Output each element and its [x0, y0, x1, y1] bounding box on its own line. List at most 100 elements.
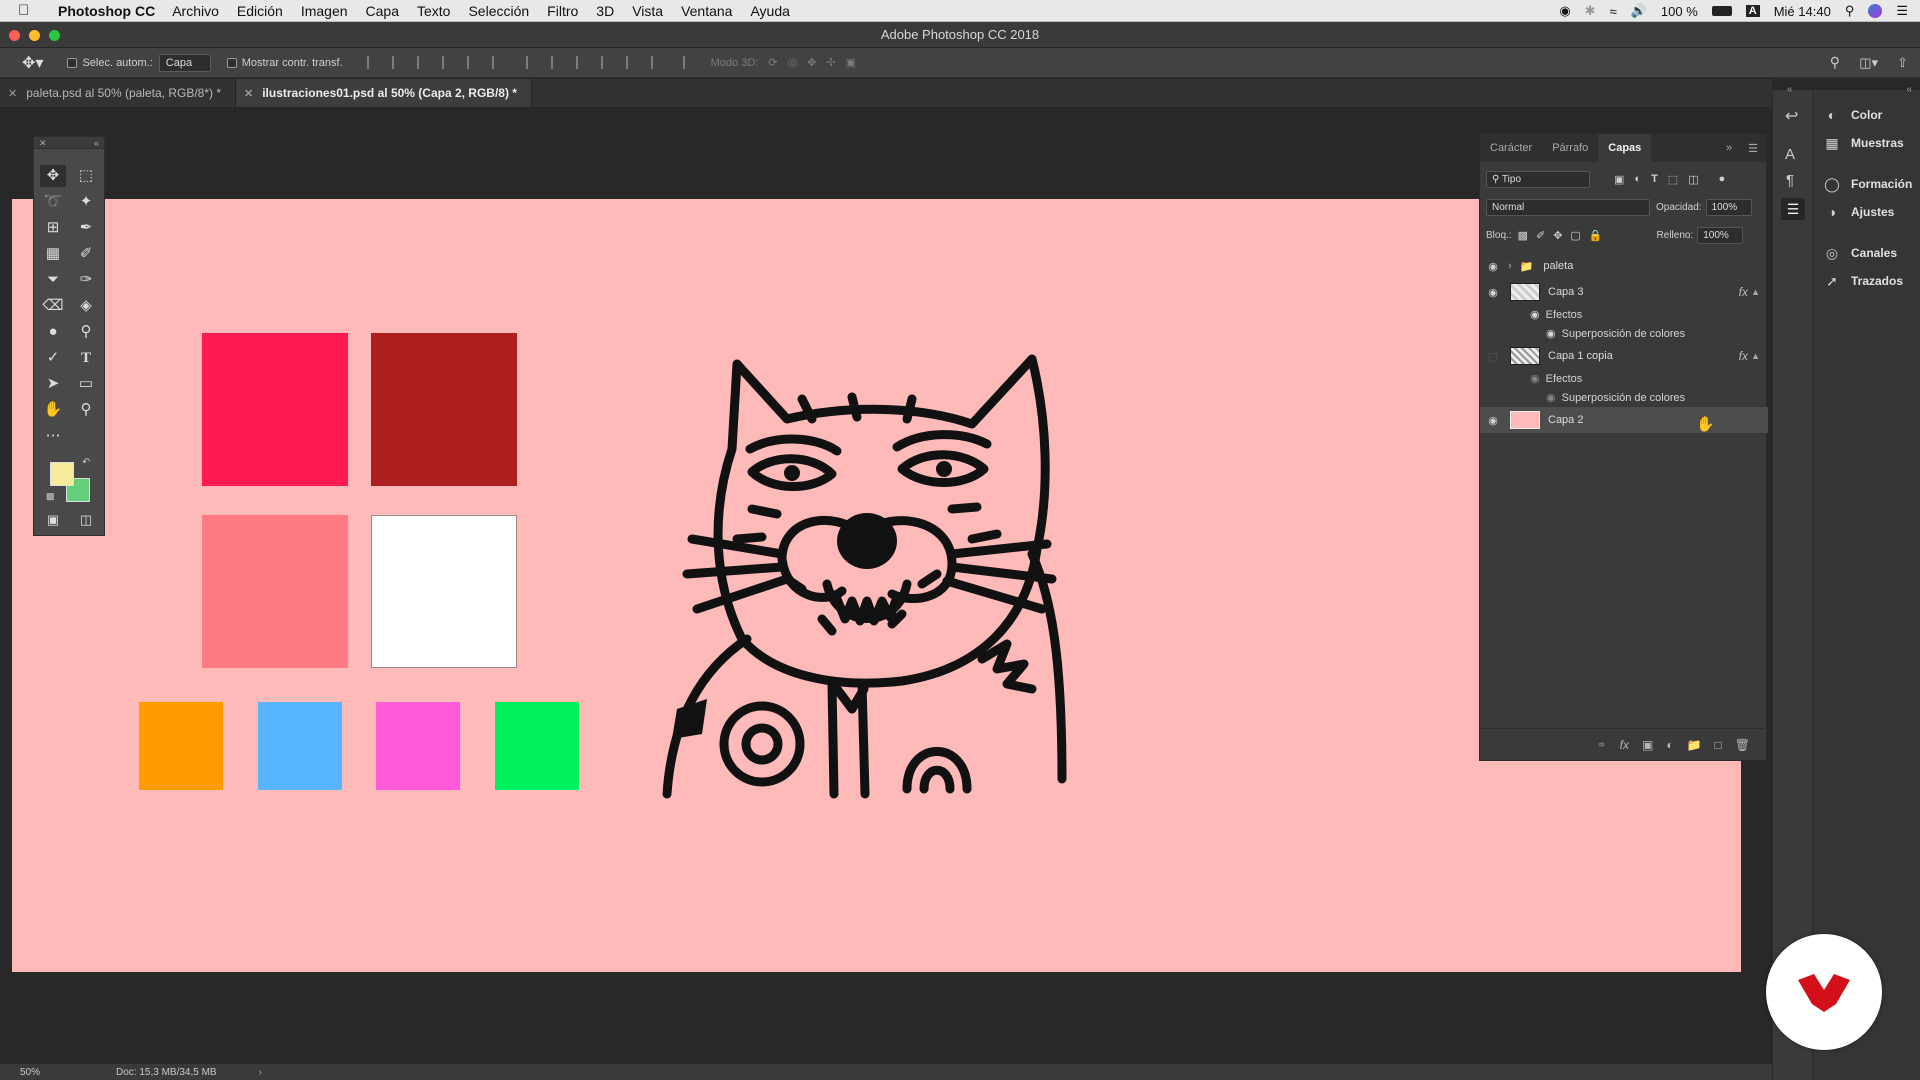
paint-bucket-tool-icon[interactable]: ◈: [73, 295, 99, 317]
dock-ajustes[interactable]: ◑ Ajustes: [1823, 201, 1895, 223]
blur-tool-icon[interactable]: ●: [40, 321, 66, 343]
distribute-right-icon[interactable]: [650, 56, 662, 69]
menu-3d[interactable]: 3D: [596, 3, 614, 19]
menu-ventana[interactable]: Ventana: [681, 3, 732, 19]
layer-row-capa-2[interactable]: ◉ Capa 2 ✋: [1480, 407, 1768, 433]
close-tab-icon[interactable]: ✕: [244, 87, 253, 100]
align-hcenter-icon[interactable]: [466, 56, 478, 69]
auto-select-dropdown[interactable]: Capa: [158, 53, 211, 72]
menu-imagen[interactable]: Imagen: [301, 3, 348, 19]
add-mask-icon[interactable]: ▣: [1642, 738, 1653, 752]
auto-align-icon[interactable]: [682, 56, 694, 69]
apple-icon[interactable]: : [18, 2, 42, 19]
3d-pan-icon[interactable]: ✥: [807, 56, 816, 69]
add-layer-style-icon[interactable]: fx: [1620, 738, 1629, 752]
menu-app-name[interactable]: Photoshop CC: [58, 3, 155, 19]
hand-tool-icon[interactable]: ✋: [40, 399, 66, 421]
layer-fx-badge[interactable]: fx: [1739, 349, 1748, 363]
new-group-icon[interactable]: 📁: [1687, 738, 1702, 752]
new-layer-icon[interactable]: □: [1715, 738, 1722, 752]
layer-fx-badge[interactable]: fx: [1739, 285, 1748, 299]
status-menu-icon[interactable]: ›: [259, 1067, 262, 1078]
zoom-tool-icon[interactable]: ⚲: [73, 399, 99, 421]
distribute-vcenter-icon[interactable]: [550, 56, 562, 69]
battery-icon[interactable]: [1711, 6, 1732, 16]
panel-collapse-icon[interactable]: »: [1718, 134, 1740, 162]
wifi-icon[interactable]: ≈: [1610, 4, 1617, 19]
transform-controls-checkbox[interactable]: [226, 57, 237, 68]
effects-visibility-icon[interactable]: ◉: [1530, 372, 1540, 385]
lock-position-icon[interactable]: ✥: [1553, 229, 1562, 242]
layer-effect-row[interactable]: ◉ Superposición de colores: [1480, 324, 1768, 343]
filter-shape-icon[interactable]: ⬚: [1668, 173, 1678, 186]
move-tool-preset-icon[interactable]: ✥▾: [22, 53, 43, 73]
distribute-hcenter-icon[interactable]: [625, 56, 637, 69]
default-colors-icon[interactable]: ▩: [46, 491, 55, 502]
tab-caracter[interactable]: Carácter: [1480, 134, 1542, 162]
dodge-tool-icon[interactable]: ⚲: [73, 321, 99, 343]
magic-wand-tool-icon[interactable]: ✦: [73, 191, 99, 213]
crop-tool-icon[interactable]: ⊞: [40, 217, 66, 239]
distribute-bottom-icon[interactable]: [575, 56, 587, 69]
align-top-icon[interactable]: [366, 56, 378, 69]
delete-layer-icon[interactable]: 🗑: [1735, 738, 1750, 752]
close-tab-icon[interactable]: ✕: [8, 87, 17, 100]
layers-panel-icon[interactable]: ☰: [1781, 198, 1805, 220]
layer-visibility-icon[interactable]: ◉: [1482, 414, 1504, 427]
menu-archivo[interactable]: Archivo: [172, 3, 219, 19]
brush-tool-icon[interactable]: ✐: [73, 243, 99, 265]
collapse-panel-icon[interactable]: «: [94, 137, 99, 149]
layer-effect-row[interactable]: ◉ Superposición de colores: [1480, 388, 1768, 407]
character-panel-icon[interactable]: A: [1785, 146, 1795, 163]
strip-collapse-icon[interactable]: «: [1787, 84, 1793, 95]
filter-pixel-icon[interactable]: ▣: [1614, 173, 1624, 186]
screen-mode-icon[interactable]: ◫: [73, 509, 99, 531]
clock[interactable]: Mié 14:40: [1774, 4, 1831, 19]
share-icon[interactable]: ⇧: [1897, 55, 1908, 71]
tab-ilustraciones01[interactable]: ✕ ilustraciones01.psd al 50% (Capa 2, RG…: [236, 79, 532, 107]
layer-effects-row[interactable]: ◉ Efectos: [1480, 305, 1768, 324]
align-bottom-icon[interactable]: [416, 56, 428, 69]
doc-info[interactable]: Doc: 15,3 MB/34,5 MB: [116, 1067, 217, 1078]
effects-visibility-icon[interactable]: ◉: [1530, 308, 1540, 321]
move-tool-icon[interactable]: ✥: [40, 165, 66, 187]
close-panel-icon[interactable]: ✕: [39, 138, 47, 148]
tools-panel-header[interactable]: ✕ «: [34, 137, 104, 149]
paragraph-panel-icon[interactable]: ¶: [1786, 172, 1794, 189]
healing-brush-tool-icon[interactable]: ▦: [40, 243, 66, 265]
window-zoom-button[interactable]: [49, 30, 60, 41]
align-vcenter-icon[interactable]: [391, 56, 403, 69]
volume-icon[interactable]: 🔊: [1631, 3, 1647, 19]
3d-scale-icon[interactable]: ▣: [846, 56, 856, 69]
marquee-tool-icon[interactable]: ⬚: [73, 165, 99, 187]
bluetooth-icon[interactable]: ✱: [1585, 3, 1596, 19]
layer-row-capa-1-copia[interactable]: ▢ Capa 1 copia fx ▲: [1480, 343, 1768, 369]
filter-smart-object-icon[interactable]: ◫: [1688, 173, 1698, 186]
layer-effects-row[interactable]: ◉ Efectos: [1480, 369, 1768, 388]
opacity-input[interactable]: 100%: [1705, 198, 1752, 216]
auto-select-checkbox[interactable]: [67, 57, 78, 68]
filter-adjustment-icon[interactable]: ◐: [1634, 173, 1641, 185]
dock-muestras[interactable]: ▦ Muestras: [1823, 132, 1903, 154]
layer-visibility-icon[interactable]: ◉: [1482, 260, 1504, 273]
lock-transparent-icon[interactable]: ▩: [1518, 229, 1528, 242]
search-icon[interactable]: ⚲: [1830, 54, 1840, 71]
layer-row-capa-3[interactable]: ◉ Capa 3 fx ▲: [1480, 279, 1768, 305]
layer-filter-dropdown[interactable]: ⚲ Tipo: [1486, 170, 1590, 188]
lasso-tool-icon[interactable]: ➰: [40, 191, 66, 213]
window-close-button[interactable]: [9, 30, 20, 41]
siri-icon[interactable]: [1868, 4, 1883, 18]
collapse-effects-icon[interactable]: ▲: [1751, 351, 1760, 361]
distribute-top-icon[interactable]: [525, 56, 537, 69]
align-left-icon[interactable]: [441, 56, 453, 69]
3d-orbit-icon[interactable]: ⟳: [768, 56, 777, 69]
panel-menu-icon[interactable]: ☰: [1740, 134, 1766, 162]
window-minimize-button[interactable]: [29, 30, 40, 41]
new-adjustment-layer-icon[interactable]: ◐: [1666, 738, 1673, 752]
menu-seleccion[interactable]: Selección: [468, 3, 529, 19]
lock-image-icon[interactable]: ✐: [1536, 229, 1545, 242]
3d-slide-icon[interactable]: ✢: [826, 56, 835, 69]
menu-capa[interactable]: Capa: [366, 3, 399, 19]
eraser-tool-icon[interactable]: ⌫: [40, 295, 66, 317]
menu-ayuda[interactable]: Ayuda: [750, 3, 789, 19]
